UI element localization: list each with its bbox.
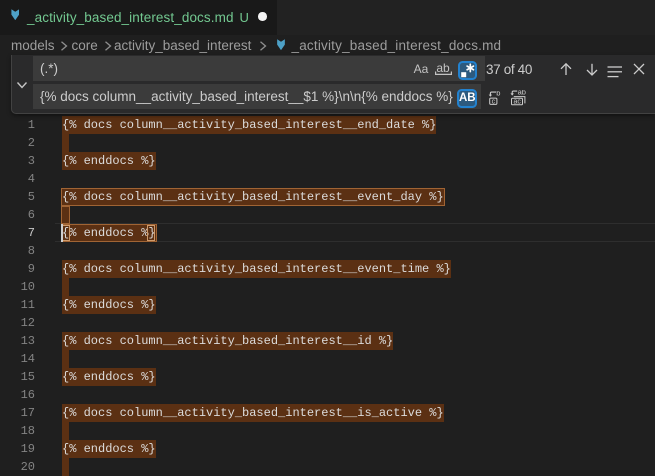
svg-text:ac: ac bbox=[513, 99, 521, 106]
svg-text:c: c bbox=[491, 98, 495, 105]
svg-text:ab: ab bbox=[517, 90, 525, 97]
svg-text:b: b bbox=[496, 91, 500, 98]
